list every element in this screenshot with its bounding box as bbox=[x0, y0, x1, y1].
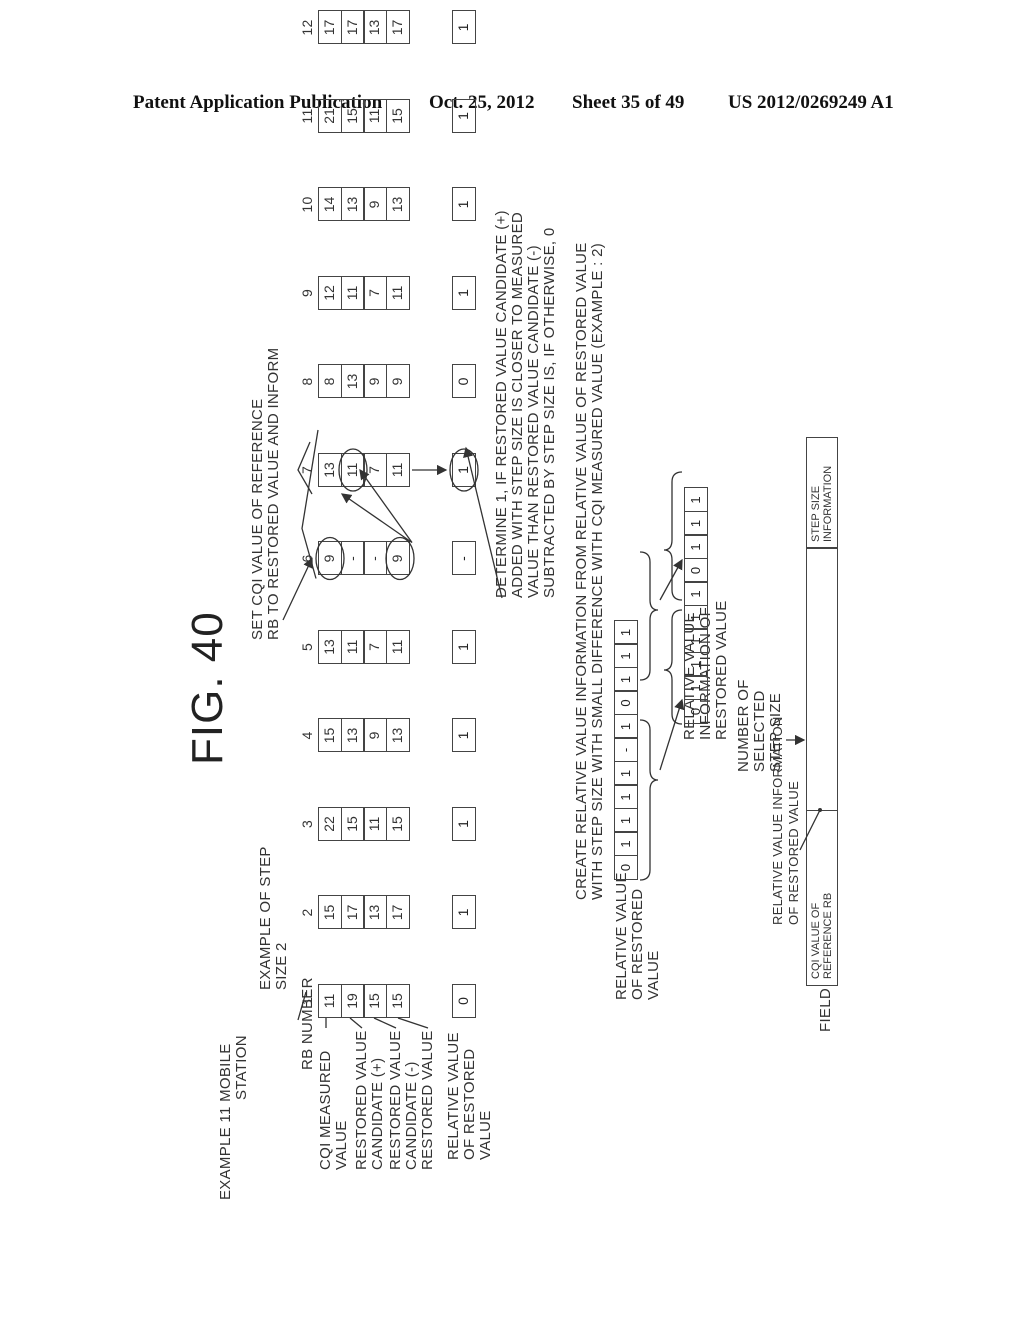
leader-line bbox=[349, 1017, 363, 1029]
brace bbox=[663, 471, 683, 601]
brace bbox=[639, 719, 659, 881]
arrow-line bbox=[340, 493, 413, 544]
annotation-lines bbox=[282, 429, 822, 1029]
highlight-ellipse bbox=[385, 536, 415, 581]
pointer-line bbox=[282, 557, 313, 621]
figure-canvas: FIG. 40 EXAMPLE 11 MOBILE STATION EXAMPL… bbox=[0, 0, 1024, 1320]
arrow-line bbox=[659, 698, 685, 771]
highlight-ellipse bbox=[315, 536, 345, 581]
pointer-line bbox=[463, 446, 503, 599]
pointer-dot bbox=[818, 808, 822, 812]
pointer-line bbox=[799, 809, 821, 851]
leader-line bbox=[373, 1017, 397, 1029]
arrow-line bbox=[359, 468, 413, 543]
leader-line bbox=[397, 1017, 429, 1029]
arrow-line bbox=[659, 558, 683, 601]
highlight-ellipse bbox=[338, 448, 368, 492]
bracket-line bbox=[297, 441, 313, 495]
highlight-ellipse bbox=[449, 448, 479, 492]
leader-line bbox=[297, 991, 307, 1021]
brace bbox=[639, 551, 659, 681]
